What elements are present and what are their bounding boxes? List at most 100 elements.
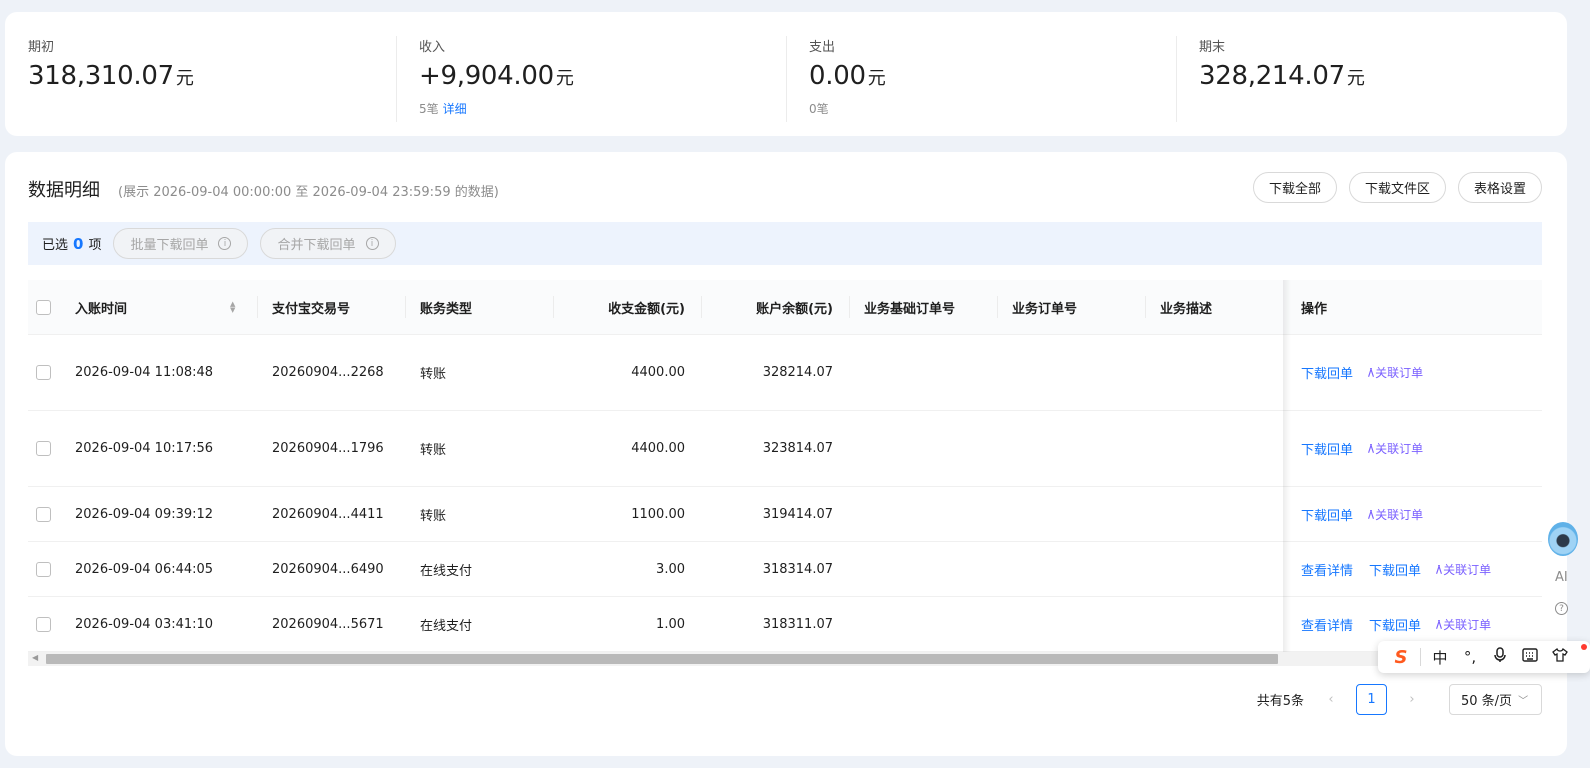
download-files-button[interactable]: 下载文件区 [1348, 172, 1446, 203]
cell-balance: 328214.07 [762, 365, 833, 380]
ime-chinese-toggle[interactable]: 中 [1425, 647, 1455, 668]
merge-download-button[interactable]: 合并下载回单 i [260, 228, 396, 259]
table-header: 入账时间 ▲ ▼ 支付宝交易号 账务类型 收支金额(元) 账户余额(元) 业务基础… [28, 280, 1542, 335]
stat-amount: 0.00 元 [809, 61, 886, 91]
cell-alipay-no: 20260904...5671 [272, 616, 384, 632]
download-receipt-link[interactable]: 下载回单 [1301, 505, 1353, 524]
stat-label: 期初 [28, 40, 55, 55]
link-order-link[interactable]: /\ 关联订单 [1368, 506, 1423, 523]
col-desc: 业务描述 [1160, 301, 1213, 317]
cell-time: 2026-09-04 06:44:05 [75, 561, 214, 577]
download-receipt-link[interactable]: 下载回单 [1301, 363, 1353, 382]
scrollbar-thumb[interactable] [46, 654, 1278, 664]
sort-icon[interactable]: ▲ ▼ [230, 280, 235, 334]
cell-time: 2026-09-04 11:08:48 [75, 365, 214, 380]
download-receipt-link[interactable]: 下载回单 [1369, 560, 1421, 579]
cell-balance: 323814.07 [762, 441, 833, 456]
view-detail-link[interactable]: 查看详情 [1301, 560, 1353, 579]
cell-amount: 1100.00 [631, 506, 685, 522]
view-detail-link[interactable]: 查看详情 [1301, 615, 1353, 634]
divider [1145, 296, 1146, 318]
cell-type: 转账 [420, 443, 447, 458]
select-all-checkbox[interactable] [36, 280, 51, 334]
cell-balance: 319414.07 [762, 506, 833, 522]
ime-logo-icon[interactable]: S [1386, 647, 1416, 668]
prev-page-icon[interactable]: ‹ [1324, 692, 1338, 707]
cell-ops: 下载回单 /\ 关联订单 [1301, 411, 1423, 486]
stat-income: 收入 +9,904.00 元 5笔 详细 [396, 12, 786, 136]
ime-toolbar: S 中 °, [1378, 641, 1590, 673]
cell-alipay-no: 20260904...2268 [272, 365, 384, 380]
col-alipay-no: 支付宝交易号 [272, 301, 351, 317]
stat-expense: 支出 0.00 元 0笔 [786, 12, 1176, 136]
stat-amount: +9,904.00 元 [419, 61, 574, 91]
help-icon[interactable]: ? [1555, 602, 1568, 615]
notification-dot [1581, 644, 1587, 650]
col-order: 业务订单号 [1012, 301, 1078, 317]
cell-amount: 4400.00 [631, 441, 685, 456]
divider [257, 296, 258, 318]
row-checkbox[interactable] [36, 487, 51, 541]
col-type: 账务类型 [420, 301, 473, 317]
cell-time: 2026-09-04 03:41:10 [75, 616, 214, 632]
info-icon: i [218, 237, 232, 250]
table-row: 2026-09-04 10:17:56 20260904...1796 转账 4… [28, 411, 1542, 487]
ai-label[interactable]: AI [1555, 570, 1568, 585]
assistant-strip: AI ? [1548, 522, 1590, 652]
selection-count: 0 [73, 234, 84, 253]
link-order-link[interactable]: /\ 关联订单 [1368, 364, 1423, 381]
divider [1420, 648, 1421, 666]
income-detail-link[interactable]: 详细 [443, 102, 467, 116]
row-checkbox[interactable] [36, 411, 51, 486]
cell-ops: 下载回单 /\ 关联订单 [1301, 487, 1423, 541]
page-1-button[interactable]: 1 [1356, 684, 1387, 715]
info-icon: i [365, 237, 379, 250]
download-receipt-link[interactable]: 下载回单 [1301, 439, 1353, 458]
cell-type: 转账 [420, 508, 447, 524]
scroll-left-icon[interactable]: ◀ [32, 653, 38, 662]
keyboard-icon[interactable] [1515, 648, 1545, 666]
stat-opening: 期初 318,310.07 元 [5, 12, 396, 136]
row-checkbox[interactable] [36, 597, 51, 651]
batch-download-button[interactable]: 批量下载回单 i [113, 228, 249, 259]
cell-time: 2026-09-04 09:39:12 [75, 506, 214, 522]
stat-label: 支出 [809, 40, 836, 55]
ime-punct-toggle[interactable]: °, [1455, 648, 1485, 666]
row-checkbox[interactable] [36, 335, 51, 410]
link-order-link[interactable]: /\ 关联订单 [1436, 561, 1491, 578]
page-size-select[interactable]: 50 条/页 ﹀ [1449, 684, 1542, 715]
stat-label: 收入 [419, 40, 446, 55]
fixed-column-shadow [1283, 280, 1291, 652]
cell-alipay-no: 20260904...1796 [272, 441, 384, 456]
cell-alipay-no: 20260904...6490 [272, 561, 384, 577]
table-row: 2026-09-04 03:41:10 20260904...5671 在线支付… [28, 597, 1542, 652]
cell-type: 在线支付 [420, 563, 473, 579]
col-base-order: 业务基础订单号 [864, 301, 956, 317]
ai-icon: /\ [1368, 442, 1374, 455]
stat-closing: 期末 328,214.07 元 [1176, 12, 1566, 136]
horizontal-scrollbar[interactable]: ◀ [28, 652, 1542, 666]
next-page-icon[interactable]: › [1405, 692, 1419, 707]
link-order-link[interactable]: /\ 关联订单 [1368, 440, 1423, 457]
table-row: 2026-09-04 06:44:05 20260904...6490 在线支付… [28, 542, 1542, 597]
robot-icon[interactable] [1548, 522, 1578, 556]
link-order-link[interactable]: /\ 关联订单 [1436, 616, 1491, 633]
col-time: 入账时间 [75, 301, 128, 317]
total-count: 共有5条 [1256, 694, 1304, 709]
row-checkbox[interactable] [36, 542, 51, 596]
download-all-button[interactable]: 下载全部 [1252, 172, 1337, 203]
table-settings-button[interactable]: 表格设置 [1457, 172, 1542, 203]
cell-type: 转账 [420, 367, 447, 382]
skin-shirt-icon[interactable] [1545, 647, 1575, 666]
details-header: 数据明细 (展示 2026-09-04 00:00:00 至 2026-09-0… [28, 176, 499, 202]
microphone-icon[interactable] [1485, 647, 1515, 667]
stat-amount: 318,310.07 元 [28, 61, 194, 91]
cell-amount: 3.00 [656, 561, 685, 577]
divider [997, 296, 998, 318]
stat-count: 0笔 [809, 102, 829, 116]
stat-amount: 328,214.07 元 [1199, 61, 1365, 91]
transactions-table: 入账时间 ▲ ▼ 支付宝交易号 账务类型 收支金额(元) 账户余额(元) 业务基础… [28, 280, 1542, 652]
cell-ops: 下载回单 /\ 关联订单 [1301, 335, 1423, 410]
download-receipt-link[interactable]: 下载回单 [1369, 615, 1421, 634]
selection-suffix: 项 [88, 238, 102, 253]
